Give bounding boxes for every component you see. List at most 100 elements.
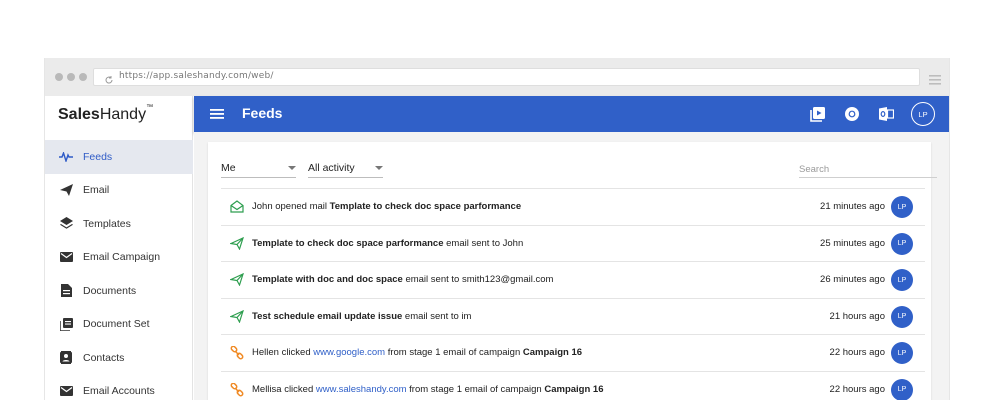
avatar[interactable]: LP	[891, 269, 913, 292]
feed-subject: Campaign 16	[522, 347, 583, 359]
address-bar[interactable]: https://app.saleshandy.com/web/	[93, 68, 920, 86]
chrome-icon[interactable]	[843, 105, 861, 123]
main-content: Me All activity John opened mail Templat…	[194, 132, 949, 400]
feed-subject: Test schedule email update issue	[252, 310, 403, 322]
feed-link[interactable]: www.google.com	[313, 347, 385, 358]
send-icon	[59, 183, 73, 197]
avatar[interactable]: LP	[891, 196, 913, 218]
feed-text-part: email sent to smith123@gmail.com	[402, 274, 554, 286]
sidebar-item-label: Documents	[83, 284, 137, 297]
feed-text-part: Mellisa clicked	[252, 383, 316, 395]
activity-filter-select[interactable]: All activity	[308, 160, 383, 178]
sidebar-item-label: Email	[83, 184, 110, 197]
envelope-icon	[59, 384, 73, 398]
sidebar-item-email-campaign[interactable]: Email Campaign	[45, 241, 193, 275]
window-controls	[55, 73, 87, 81]
sidebar-item-feeds[interactable]: Feeds	[45, 140, 193, 174]
saleshandy-logo[interactable]: SalesHandy™	[58, 104, 153, 124]
feed-text-part: from stage 1 email of campaign	[406, 383, 545, 395]
feed-text-part: email sent to John	[443, 237, 524, 249]
window-dot[interactable]	[79, 73, 87, 81]
menu-icon[interactable]	[210, 107, 224, 125]
user-filter-value: Me	[221, 162, 236, 174]
sidebar-item-label: Contacts	[83, 351, 125, 364]
link-icon	[230, 382, 244, 397]
feed-timestamp: 21 hours ago	[829, 310, 885, 322]
window-dot[interactable]	[55, 73, 63, 81]
feed-text-part: John opened mail	[252, 201, 330, 212]
sidebar-item-document-set[interactable]: Document Set	[45, 308, 193, 342]
browser-chrome: https://app.saleshandy.com/web/	[45, 58, 949, 96]
sidebar-item-documents[interactable]: Documents	[45, 274, 193, 308]
avatar[interactable]: LP	[891, 378, 913, 400]
header-actions: LP	[793, 102, 935, 126]
sidebar: SalesHandy™ Feeds Email Templates Email Cam…	[45, 96, 193, 400]
feed-timestamp: 26 minutes ago	[820, 274, 885, 286]
feed-timestamp: 25 minutes ago	[820, 237, 885, 249]
avatar[interactable]: LP	[891, 305, 913, 328]
feed-subject: Template to check doc space parformance	[329, 201, 522, 212]
chevron-down-icon	[288, 166, 296, 170]
video-icon[interactable]	[809, 105, 827, 123]
top-app-bar: Feeds LP	[194, 96, 949, 132]
feed-row[interactable]: Mellisa clicked www.saleshandy.com from …	[221, 370, 925, 400]
avatar[interactable]: LP	[891, 342, 913, 365]
feed-subject: Template with doc and doc space	[252, 274, 403, 286]
sidebar-item-email-accounts[interactable]: Email Accounts	[45, 375, 193, 400]
browser-window: https://app.saleshandy.com/web/ SalesHan…	[44, 58, 950, 400]
send-icon	[228, 273, 244, 287]
outlook-icon[interactable]	[877, 105, 895, 123]
send-icon	[228, 309, 244, 324]
feed-subject: Template to check doc space parformance	[252, 237, 444, 249]
reload-icon[interactable]	[104, 72, 114, 90]
window-dot[interactable]	[67, 73, 75, 81]
feeds-card: Me All activity John opened mail Templat…	[208, 142, 937, 400]
sidebar-item-contacts[interactable]: Contacts	[45, 341, 193, 375]
feed-list: John opened mail Template to check doc s…	[221, 188, 925, 400]
feed-text: Test schedule email update issue email s…	[252, 311, 471, 322]
feed-row[interactable]: Test schedule email update issue email s…	[221, 297, 925, 335]
user-avatar[interactable]: LP	[911, 102, 935, 126]
feed-text-part: email sent to im	[402, 310, 472, 322]
feed-row[interactable]: Template with doc and doc space email se…	[221, 261, 925, 298]
chevron-down-icon	[375, 166, 383, 170]
sidebar-nav: Feeds Email Templates Email Campaign Documen…	[45, 140, 193, 400]
sidebar-item-label: Templates	[83, 217, 131, 230]
layers-icon	[59, 217, 73, 231]
user-filter-select[interactable]: Me	[221, 160, 296, 178]
feed-text-part: from stage 1 email of campaign	[385, 347, 523, 359]
search-input[interactable]	[799, 160, 937, 178]
feed-row[interactable]: Hellen clicked www.google.com from stage…	[221, 334, 925, 371]
avatar[interactable]: LP	[891, 232, 913, 255]
feed-text: John opened mail Template to check doc s…	[252, 201, 521, 212]
sidebar-item-email[interactable]: Email	[45, 174, 193, 208]
url-text: https://app.saleshandy.com/web/	[119, 71, 274, 81]
feed-row[interactable]: John opened mail Template to check doc s…	[221, 188, 925, 225]
page-title: Feeds	[242, 105, 283, 121]
sidebar-item-label: Document Set	[83, 318, 150, 331]
mail-open-icon	[230, 200, 244, 214]
activity-filter-value: All activity	[308, 162, 355, 174]
feed-timestamp: 22 hours ago	[829, 347, 885, 359]
feed-text: Mellisa clicked www.saleshandy.com from …	[252, 384, 604, 395]
pulse-icon	[59, 150, 73, 164]
feed-text-part: Hellen clicked	[252, 347, 314, 359]
browser-menu-icon[interactable]	[929, 72, 941, 90]
feed-subject: Campaign 16	[544, 383, 604, 395]
sidebar-item-label: Email Campaign	[83, 251, 161, 264]
sidebar-item-templates[interactable]: Templates	[45, 207, 193, 241]
sidebar-item-label: Email Accounts	[83, 385, 155, 398]
feed-link[interactable]: www.saleshandy.com	[316, 384, 407, 395]
document-icon	[59, 284, 73, 298]
feed-text: Template with doc and doc space email se…	[252, 274, 553, 285]
document-set-icon	[59, 317, 73, 331]
feed-text: Template to check doc space parformance …	[252, 238, 523, 249]
feed-row[interactable]: Template to check doc space parformance …	[221, 224, 925, 262]
contacts-icon	[59, 351, 73, 365]
filters-bar: Me All activity	[221, 160, 937, 178]
envelope-icon	[59, 250, 73, 264]
send-icon	[228, 236, 244, 251]
sidebar-item-label: Feeds	[83, 150, 113, 163]
feed-timestamp: 21 minutes ago	[820, 201, 885, 212]
feed-timestamp: 22 hours ago	[829, 383, 885, 395]
